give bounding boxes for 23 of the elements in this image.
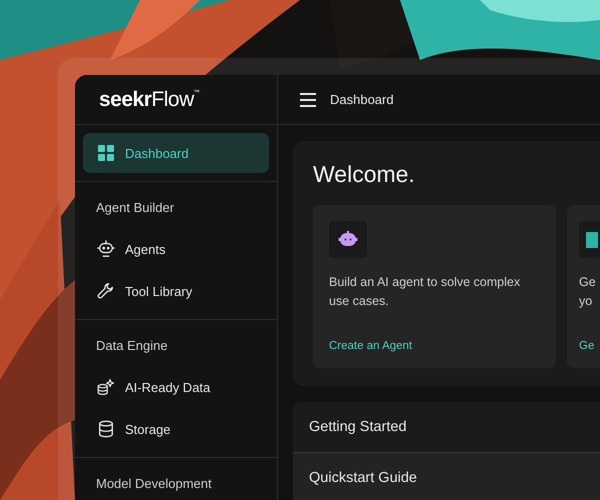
guide-row[interactable]: Quickstart Guide [293,453,600,500]
card-description: Build an AI agent to solve complex use cases. [329,274,522,310]
database-sparkle-icon [97,378,115,396]
card-link[interactable]: Create an Agent [329,340,412,352]
welcome-heading: Welcome. [313,161,416,188]
section-heading: Data Engine [95,337,169,355]
robot-icon [329,221,367,258]
sidebar-item[interactable]: Dashboard [83,133,269,173]
section-heading: Model Development [95,475,213,493]
database-icon [97,420,115,438]
card-link[interactable]: Ge [579,340,594,352]
sidebar-item[interactable]: AI-Ready Data [83,367,269,407]
robot-icon [97,240,115,258]
sidebar-item[interactable]: Agents [83,229,269,269]
wrench-icon [97,282,115,300]
grid-icon [97,144,115,162]
sidebar-item[interactable]: Tool Library [83,271,269,311]
sidebar-item[interactable]: Storage [83,409,269,449]
section-heading: Agent Builder [95,199,176,217]
menu-icon[interactable] [300,92,316,106]
page-title: Dashboard [330,92,394,107]
logo: seekrFlow$^{™}$ [99,88,200,112]
card-description: Ge yo [579,274,596,310]
